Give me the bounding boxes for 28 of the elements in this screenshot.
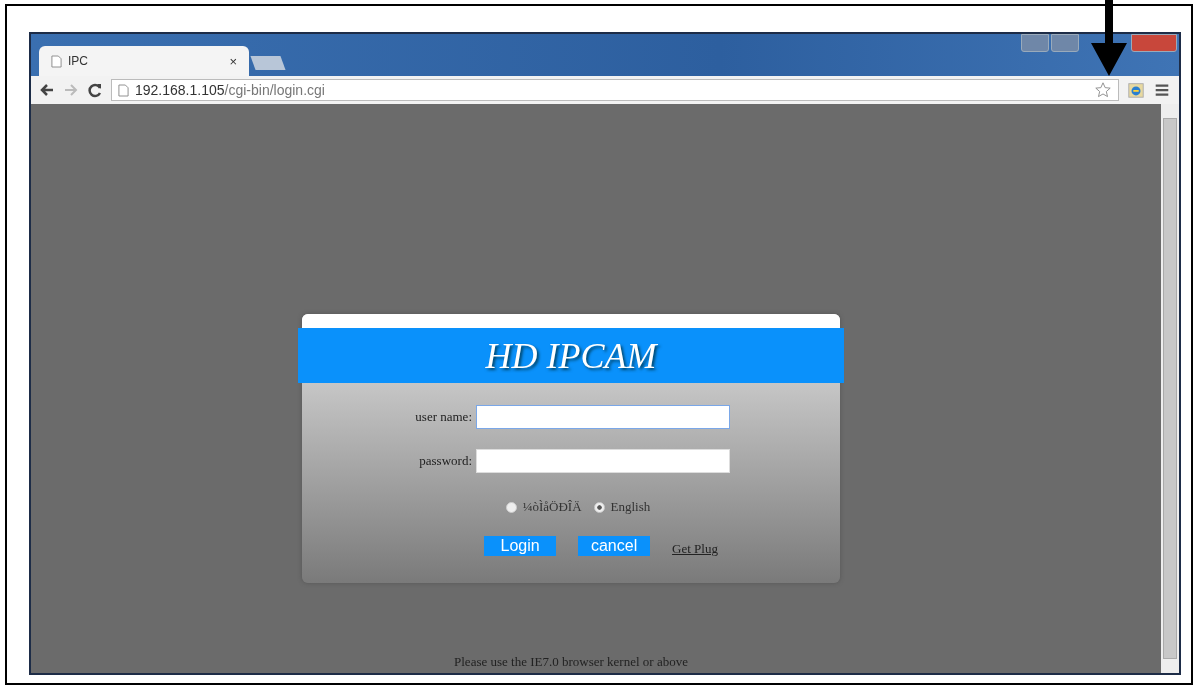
get-plug-link[interactable]: Get Plug xyxy=(672,541,718,557)
menu-icon[interactable] xyxy=(1153,81,1171,99)
scrollbar[interactable] xyxy=(1161,104,1179,673)
login-title: HD IPCAM xyxy=(485,334,657,377)
page-icon xyxy=(51,54,62,68)
language-radio[interactable] xyxy=(593,501,605,513)
ie-extension-icon[interactable] xyxy=(1127,81,1145,99)
star-icon[interactable] xyxy=(1094,81,1112,99)
language-label: ¼òÌåÖÐÎÄ xyxy=(522,499,582,515)
browser-notice: Please use the IE7.0 browser kernel or above xyxy=(454,654,688,670)
back-icon[interactable] xyxy=(39,82,55,98)
url-text: 192.168.1.105/cgi-bin/login.cgi xyxy=(135,82,325,98)
tab-title: IPC xyxy=(68,54,89,68)
page-icon xyxy=(118,83,129,97)
language-label: English xyxy=(610,499,651,515)
tab-close-button[interactable]: × xyxy=(229,53,237,69)
minimize-button[interactable] xyxy=(1051,34,1079,52)
reload-icon[interactable] xyxy=(87,82,103,98)
field-label: user name: xyxy=(414,409,472,425)
address-bar[interactable]: 192.168.1.105/cgi-bin/login.cgi xyxy=(111,79,1119,101)
new-tab-button[interactable] xyxy=(250,56,286,70)
field-label: password: xyxy=(418,453,472,469)
user-button[interactable] xyxy=(1021,34,1049,52)
input-field[interactable] xyxy=(476,405,730,429)
language-radio[interactable] xyxy=(505,501,517,513)
close-button[interactable] xyxy=(1131,34,1177,52)
browser-tab[interactable]: IPC × xyxy=(39,46,249,76)
forward-icon[interactable] xyxy=(63,82,79,98)
